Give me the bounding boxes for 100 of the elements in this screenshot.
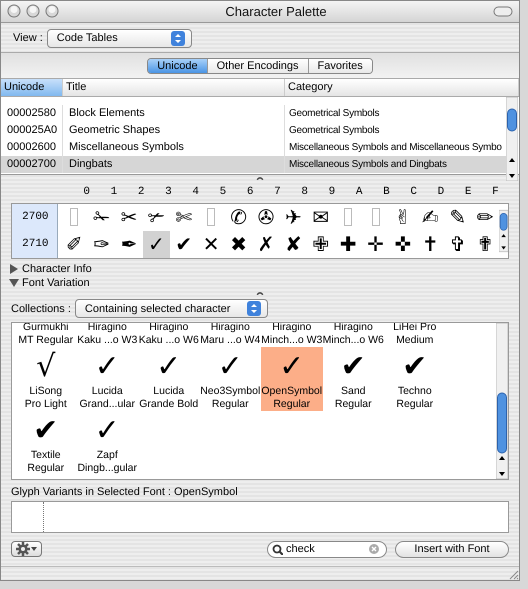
column-label: D [436, 186, 446, 200]
column-header[interactable]: Category [285, 78, 519, 96]
tab[interactable]: Unicode [148, 58, 207, 73]
character-cell[interactable]: ✚ [334, 230, 362, 258]
column-label: 2 [136, 186, 146, 200]
missing-glyph-icon[interactable] [372, 208, 380, 226]
column-label: 9 [328, 186, 336, 200]
character-cell[interactable]: ✆ [224, 204, 252, 231]
table-row[interactable]: 000025A0 Geometric Shapes Geometrical Symbols [1, 122, 508, 139]
column-label: 5 [218, 186, 228, 200]
table-cell: Block Elements [69, 106, 145, 119]
font-item[interactable]: ✓ Lucida Grande Bold [138, 347, 200, 412]
font-item[interactable]: ✓ Zapf Dingb...gular [76, 411, 138, 476]
missing-glyph-icon[interactable] [344, 208, 352, 226]
row-label: 2710 [21, 236, 50, 252]
missing-glyph-icon[interactable] [70, 208, 78, 226]
action-menu-button[interactable] [11, 541, 42, 558]
glyph-preview: ✓ [156, 349, 182, 386]
character-cell[interactable]: ✌ [389, 204, 417, 231]
search-icon [272, 544, 283, 555]
character-cell[interactable]: ✃ [142, 204, 170, 231]
column-label: 0 [82, 186, 91, 200]
field-label: View : [13, 32, 43, 44]
font-name: Neo3Symbol Regular [200, 385, 260, 412]
column-label: A [354, 186, 364, 200]
character-cell[interactable]: ✘ [280, 230, 308, 258]
character-cell[interactable]: ✗ [252, 230, 280, 258]
table-cell: 00002600 [7, 140, 56, 153]
font-item[interactable]: ✓ Lucida Grand...ular [76, 347, 138, 412]
column-header[interactable]: Title [63, 78, 285, 96]
splitter-handle-icon [256, 174, 264, 181]
table-cell: Miscellaneous Symbols and Miscellaneous Symbo [289, 142, 502, 153]
tab[interactable]: Favorites [308, 58, 372, 73]
font-name: LiSong Pro Light [24, 385, 67, 412]
table-row[interactable]: 00002580 Block Elements Geometrical Symbols [1, 104, 508, 122]
character-cell[interactable]: ✙ [307, 230, 334, 258]
character-cell[interactable]: ✎ [444, 204, 472, 231]
font-item[interactable]: ✔ Sand Regular [322, 347, 384, 412]
character-cell[interactable]: ✁ [88, 204, 116, 231]
character-cell[interactable]: ✞ [444, 230, 472, 258]
field-label: Collections : [11, 302, 71, 315]
column-label: E [464, 186, 472, 200]
table-cell: 00002580 [7, 106, 56, 119]
character-cell[interactable]: ✂ [115, 204, 143, 231]
tab[interactable]: Other Encodings [206, 58, 308, 73]
column-label: 1 [110, 186, 118, 200]
table-cell: Geometrical Symbols [289, 108, 380, 119]
glyph-preview: ✓ [279, 349, 304, 386]
column-label: 3 [164, 186, 173, 200]
character-cell[interactable]: ✄ [170, 204, 198, 231]
column-label: 4 [191, 186, 200, 200]
font-item[interactable]: ✓ OpenSymbol Regular [261, 347, 322, 412]
character-cell[interactable]: ✏ [471, 204, 499, 231]
font-item[interactable]: ✔ Techno Regular [384, 347, 446, 412]
glyph-preview: ✓ [94, 349, 120, 386]
character-cell[interactable]: ✛ [362, 230, 390, 258]
column-label: C [409, 186, 418, 200]
font-name: Lucida Grande Bold [139, 385, 198, 412]
table-cell: Geometric Shapes [69, 124, 160, 136]
character-cell[interactable]: ✇ [252, 204, 280, 231]
character-cell[interactable]: ✜ [389, 230, 417, 258]
disclosure[interactable]: Character Info [9, 262, 511, 276]
font-item[interactable]: ✔ Textile Regular [15, 411, 76, 476]
glyph-preview: √ [36, 349, 56, 386]
disclosure[interactable]: Font Variation [9, 276, 511, 290]
row-label: 2700 [21, 210, 50, 225]
table-cell: Miscellaneous Symbols [69, 140, 184, 153]
font-name: Lucida Grand...ular [80, 385, 135, 412]
table-row[interactable]: 00002700 Dingbats Miscellaneous Symbols and Dingbats [1, 156, 508, 173]
glyph-preview: ✔ [402, 349, 428, 386]
character-cell[interactable]: ✔ [170, 230, 198, 258]
column-header[interactable]: Unicode [1, 78, 63, 96]
insert-button[interactable]: Insert with Font [395, 540, 509, 558]
section-label: Glyph Variants in Selected Font : OpenSymbol [10, 485, 239, 500]
character-cell[interactable]: ✓ [142, 230, 170, 258]
character-cell[interactable]: ✉ [307, 204, 334, 231]
missing-glyph-icon[interactable] [207, 208, 216, 226]
character-cell[interactable]: ✒ [115, 230, 143, 258]
character-cell[interactable]: ✐ [60, 230, 88, 258]
dropdown[interactable]: Code Tables [46, 28, 192, 48]
caret-icon [31, 547, 37, 552]
font-item[interactable]: √ LiSong Pro Light [15, 347, 76, 412]
character-cell[interactable]: ✑ [88, 230, 116, 258]
column-label: F [491, 186, 500, 200]
splitter-handle-icon [256, 290, 264, 296]
character-cell[interactable]: ✍ [416, 204, 444, 231]
gear-icon [16, 542, 30, 556]
character-cell[interactable]: ✕ [197, 230, 225, 258]
resize-grip-icon[interactable] [507, 568, 519, 580]
font-item[interactable]: ✓ Neo3Symbol Regular [200, 347, 261, 412]
character-cell[interactable]: ✈ [280, 204, 308, 231]
character-cell[interactable]: ✖ [224, 230, 252, 258]
dropdown[interactable]: Containing selected character [74, 299, 268, 318]
search-field[interactable]: check [267, 540, 387, 558]
window-title: Character Palette [224, 4, 328, 19]
clear-icon[interactable] [369, 544, 379, 554]
font-name: Zapf Dingb...gular [77, 449, 138, 476]
character-cell[interactable]: ✝ [416, 230, 444, 258]
character-cell[interactable]: ✟ [471, 230, 499, 258]
glyph-preview: ✓ [94, 413, 120, 450]
